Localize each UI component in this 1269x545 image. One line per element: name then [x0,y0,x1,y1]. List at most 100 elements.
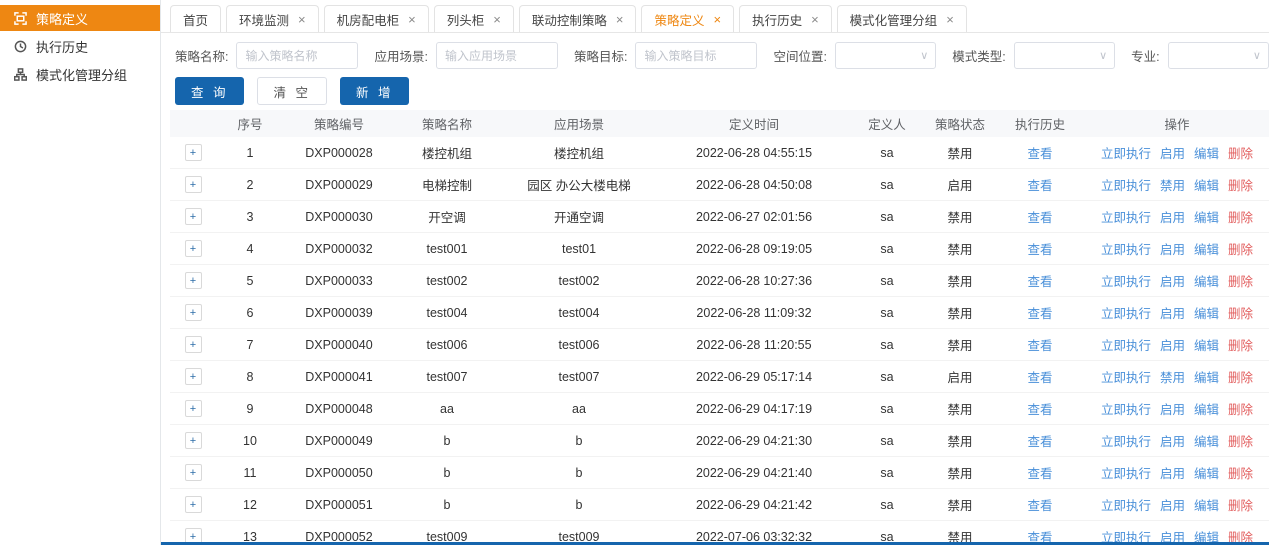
delete-link[interactable]: 删除 [1228,367,1253,386]
view-history-link[interactable]: 查看 [1027,371,1052,385]
delete-link[interactable]: 删除 [1228,431,1253,450]
expand-row-button[interactable]: + [185,144,202,161]
delete-link[interactable]: 删除 [1228,239,1253,258]
delete-link[interactable]: 删除 [1228,335,1253,354]
tab[interactable]: 机房配电柜 × [324,5,429,32]
filter-input[interactable] [436,42,558,69]
expand-row-button[interactable]: + [185,432,202,449]
tab[interactable]: 环境监测 × [226,5,319,32]
close-icon[interactable]: × [616,13,624,26]
tab[interactable]: 列头柜 × [434,5,514,32]
view-history-link[interactable]: 查看 [1027,403,1052,417]
execute-now-link[interactable]: 立即执行 [1101,399,1151,418]
toggle-status-link[interactable]: 启用 [1160,431,1185,450]
sidebar-item-active[interactable]: 策略定义 [0,5,160,31]
edit-link[interactable]: 编辑 [1194,271,1219,290]
tab[interactable]: 首页 [170,5,221,32]
execute-now-link[interactable]: 立即执行 [1101,207,1151,226]
view-history-link[interactable]: 查看 [1027,499,1052,513]
expand-row-button[interactable]: + [185,336,202,353]
view-history-link[interactable]: 查看 [1027,435,1052,449]
delete-link[interactable]: 删除 [1228,495,1253,514]
tab[interactable]: 策略定义 × [641,5,734,32]
sidebar-item-clock[interactable]: 执行历史 [0,33,160,59]
edit-link[interactable]: 编辑 [1194,399,1219,418]
edit-link[interactable]: 编辑 [1194,207,1219,226]
toggle-status-link[interactable]: 启用 [1160,207,1185,226]
delete-link[interactable]: 删除 [1228,303,1253,322]
execute-now-link[interactable]: 立即执行 [1101,431,1151,450]
edit-link[interactable]: 编辑 [1194,303,1219,322]
view-history-link[interactable]: 查看 [1027,467,1052,481]
edit-link[interactable]: 编辑 [1194,143,1219,162]
toggle-status-link[interactable]: 启用 [1160,239,1185,258]
delete-link[interactable]: 删除 [1228,399,1253,418]
close-icon[interactable]: × [493,13,501,26]
filter-select[interactable]: ∨ [1014,42,1115,69]
expand-row-button[interactable]: + [185,496,202,513]
toggle-status-link[interactable]: 启用 [1160,335,1185,354]
execute-now-link[interactable]: 立即执行 [1101,143,1151,162]
edit-link[interactable]: 编辑 [1194,175,1219,194]
expand-row-button[interactable]: + [185,240,202,257]
query-button[interactable]: 查 询 [175,77,244,105]
delete-link[interactable]: 删除 [1228,175,1253,194]
close-icon[interactable]: × [713,13,721,26]
delete-link[interactable]: 删除 [1228,271,1253,290]
delete-link[interactable]: 删除 [1228,207,1253,226]
tab[interactable]: 联动控制策略 × [519,5,637,32]
delete-link[interactable]: 删除 [1228,463,1253,482]
toggle-status-link[interactable]: 启用 [1160,303,1185,322]
tab[interactable]: 模式化管理分组 × [837,5,967,32]
add-button[interactable]: 新 增 [340,77,409,105]
execute-now-link[interactable]: 立即执行 [1101,303,1151,322]
expand-row-button[interactable]: + [185,368,202,385]
expand-row-button[interactable]: + [185,176,202,193]
filter-input[interactable] [635,42,757,69]
view-history-link[interactable]: 查看 [1027,147,1052,161]
toggle-status-link[interactable]: 启用 [1160,399,1185,418]
expand-row-button[interactable]: + [185,304,202,321]
close-icon[interactable]: × [946,13,954,26]
toggle-status-link[interactable]: 启用 [1160,271,1185,290]
view-history-link[interactable]: 查看 [1027,179,1052,193]
view-history-link[interactable]: 查看 [1027,307,1052,321]
toggle-status-link[interactable]: 禁用 [1160,367,1185,386]
edit-link[interactable]: 编辑 [1194,367,1219,386]
toggle-status-link[interactable]: 启用 [1160,463,1185,482]
tab[interactable]: 执行历史 × [739,5,832,32]
toggle-status-link[interactable]: 启用 [1160,143,1185,162]
close-icon[interactable]: × [408,13,416,26]
filter-select[interactable]: ∨ [1168,42,1269,69]
policy-status: 禁用 [924,143,996,162]
execute-now-link[interactable]: 立即执行 [1101,175,1151,194]
expand-row-button[interactable]: + [185,272,202,289]
filter-select[interactable]: ∨ [835,42,936,69]
edit-link[interactable]: 编辑 [1194,335,1219,354]
view-history-link[interactable]: 查看 [1027,211,1052,225]
execute-now-link[interactable]: 立即执行 [1101,367,1151,386]
execute-now-link[interactable]: 立即执行 [1101,271,1151,290]
filter-input[interactable] [236,42,358,69]
edit-link[interactable]: 编辑 [1194,495,1219,514]
close-icon[interactable]: × [298,13,306,26]
expand-row-button[interactable]: + [185,208,202,225]
execute-now-link[interactable]: 立即执行 [1101,335,1151,354]
edit-link[interactable]: 编辑 [1194,239,1219,258]
expand-row-button[interactable]: + [185,400,202,417]
view-history-link[interactable]: 查看 [1027,243,1052,257]
toggle-status-link[interactable]: 禁用 [1160,175,1185,194]
view-history-link[interactable]: 查看 [1027,275,1052,289]
toggle-status-link[interactable]: 启用 [1160,495,1185,514]
delete-link[interactable]: 删除 [1228,143,1253,162]
execute-now-link[interactable]: 立即执行 [1101,463,1151,482]
sidebar-item-sitemap[interactable]: 模式化管理分组 [0,61,160,87]
view-history-link[interactable]: 查看 [1027,339,1052,353]
close-icon[interactable]: × [811,13,819,26]
execute-now-link[interactable]: 立即执行 [1101,495,1151,514]
execute-now-link[interactable]: 立即执行 [1101,239,1151,258]
edit-link[interactable]: 编辑 [1194,463,1219,482]
expand-row-button[interactable]: + [185,464,202,481]
edit-link[interactable]: 编辑 [1194,431,1219,450]
clear-button[interactable]: 清 空 [257,77,326,105]
